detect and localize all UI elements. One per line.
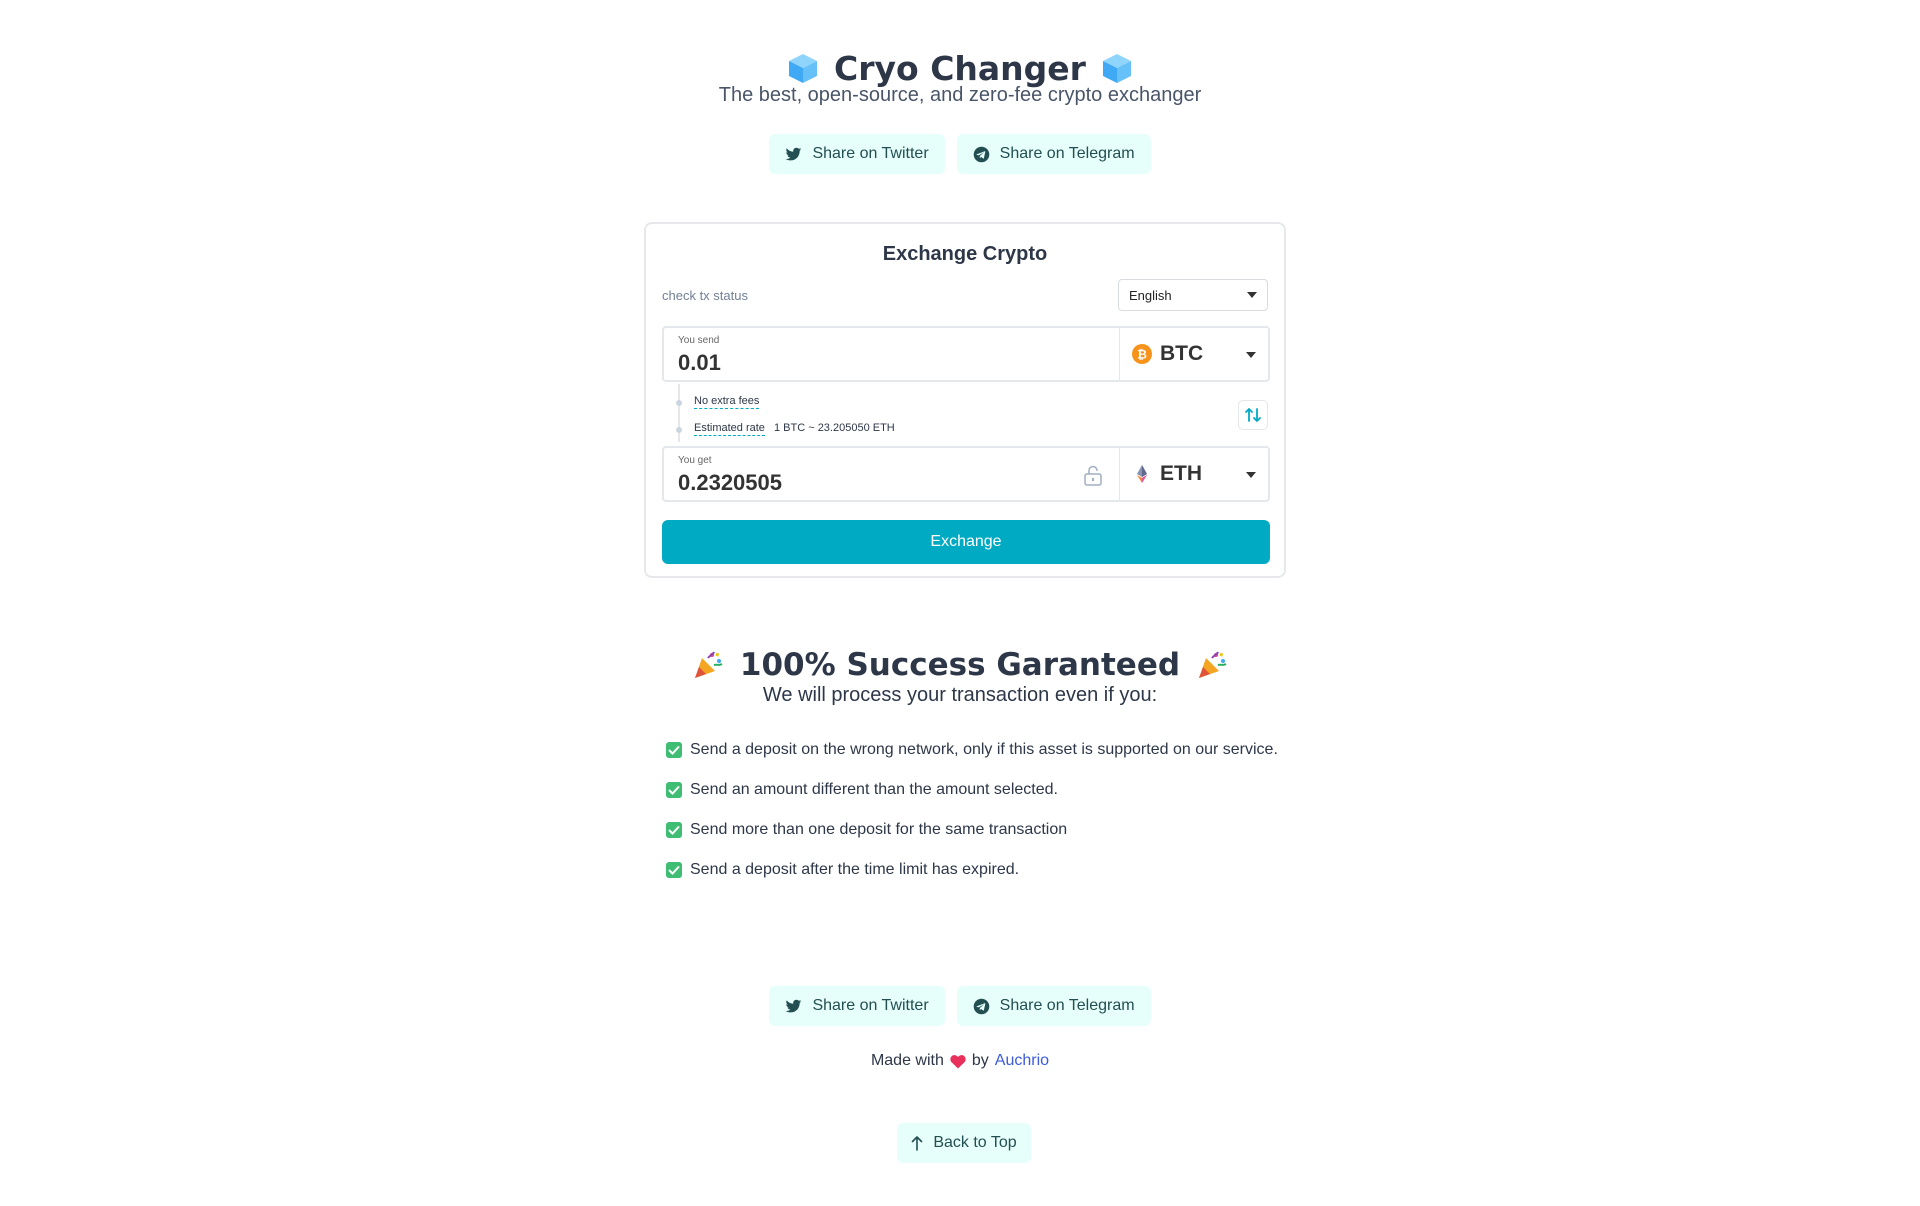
chevron-down-icon [1246,472,1256,478]
send-value: 0.01 [678,350,721,375]
no-fees-info: No extra fees [694,395,760,409]
share-telegram-button[interactable]: Share on Telegram [956,134,1151,174]
page-subtitle: The best, open-source, and zero-fee cryp… [718,84,1202,106]
check-mark-icon [666,862,682,878]
rate-value: 1 BTC ~ 23.205050 ETH [773,422,895,434]
made-with-text: Made with [870,1052,944,1069]
share-twitter-label: Share on Twitter [812,997,929,1014]
list-item: Send a deposit after the time limit has … [666,850,1278,890]
arrow-up-icon [912,1136,923,1151]
ethereum-icon [1137,465,1147,483]
list-item-text: Send a deposit after the time limit has … [690,861,1020,878]
telegram-icon [973,146,989,162]
list-item-text: Send an amount different than the amount… [690,781,1058,798]
app-title: Cryo Changer [834,48,1086,88]
by-text: by [971,1052,989,1069]
chevron-down-icon [1246,352,1256,358]
share-row-top: Share on Twitter Share on Telegram [0,134,1920,174]
author-link[interactable]: Auchrio [995,1052,1049,1070]
list-item: Send more than one deposit for the same … [666,810,1278,850]
unlock-icon[interactable] [1083,464,1103,486]
send-coin-select[interactable]: ₿ BTC [1119,328,1268,380]
exchange-button[interactable]: Exchange [662,520,1270,564]
language-select[interactable]: English [1118,279,1268,311]
list-item-text: Send a deposit on the wrong network, onl… [690,741,1278,758]
get-coin-select[interactable]: ETH [1119,448,1268,500]
twitter-icon [786,999,802,1012]
language-value: English [1129,287,1172,303]
share-twitter-button[interactable]: Share on Twitter [769,986,945,1026]
get-row: You get 0.2320505 ETH [662,446,1270,502]
party-popper-icon [1199,651,1227,678]
send-label: You send [678,335,720,346]
rate-info: Estimated rate 1 BTC ~ 23.205050 ETH [694,422,895,436]
chevron-down-icon [1247,292,1257,298]
list-item: Send an amount different than the amount… [666,770,1278,810]
twitter-icon [786,147,802,160]
share-telegram-label: Share on Telegram [999,145,1135,162]
info-dot [676,400,682,406]
share-telegram-label: Share on Telegram [999,997,1135,1014]
page-title: Cryo Changer [0,48,1920,88]
card-title: Exchange Crypto [882,243,1048,265]
no-fees-label[interactable]: No extra fees [694,395,760,409]
svg-text:₿: ₿ [1137,348,1147,362]
back-to-top-button[interactable]: Back to Top [897,1123,1031,1163]
get-amount-input[interactable]: You get 0.2320505 [664,448,1119,500]
ice-cube-icon [1102,54,1131,83]
share-row-bottom: Share on Twitter Share on Telegram [0,986,1920,1026]
check-mark-icon [666,742,682,758]
check-mark-icon [666,782,682,798]
party-popper-icon [694,651,723,678]
send-coin-label: BTC [1160,342,1204,365]
back-to-top-label: Back to Top [933,1134,1017,1151]
swap-button[interactable] [1238,400,1268,430]
made-with-credit: Made with by Auchrio [0,1052,1920,1070]
get-value: 0.2320505 [678,470,782,495]
share-telegram-button[interactable]: Share on Telegram [956,986,1151,1026]
check-mark-icon [666,822,682,838]
guarantee-list: Send a deposit on the wrong network, onl… [666,730,1278,890]
list-item-text: Send more than one deposit for the same … [690,821,1068,838]
success-title-text: 100% Success Garanteed [739,647,1181,683]
info-connector [678,384,680,442]
success-subtitle: We will process your transaction even if… [762,684,1158,706]
telegram-icon [973,998,989,1014]
swap-arrows-icon [1245,408,1261,422]
get-label: You get [678,455,712,466]
send-row: You send 0.01 ₿ BTC [662,326,1270,382]
exchange-card: Exchange Crypto check tx status English … [644,222,1286,578]
bitcoin-icon: ₿ [1132,344,1152,364]
ice-cube-icon [789,54,818,83]
rate-label[interactable]: Estimated rate [694,422,765,436]
check-tx-status-link[interactable]: check tx status [662,288,748,303]
share-twitter-button[interactable]: Share on Twitter [769,134,945,174]
success-title: 100% Success Garanteed [0,644,1920,686]
send-amount-input[interactable]: You send 0.01 [664,328,1119,380]
info-dot [676,427,682,433]
list-item: Send a deposit on the wrong network, onl… [666,730,1278,770]
heart-icon [950,1054,966,1068]
share-twitter-label: Share on Twitter [812,145,929,162]
get-coin-label: ETH [1160,462,1202,485]
